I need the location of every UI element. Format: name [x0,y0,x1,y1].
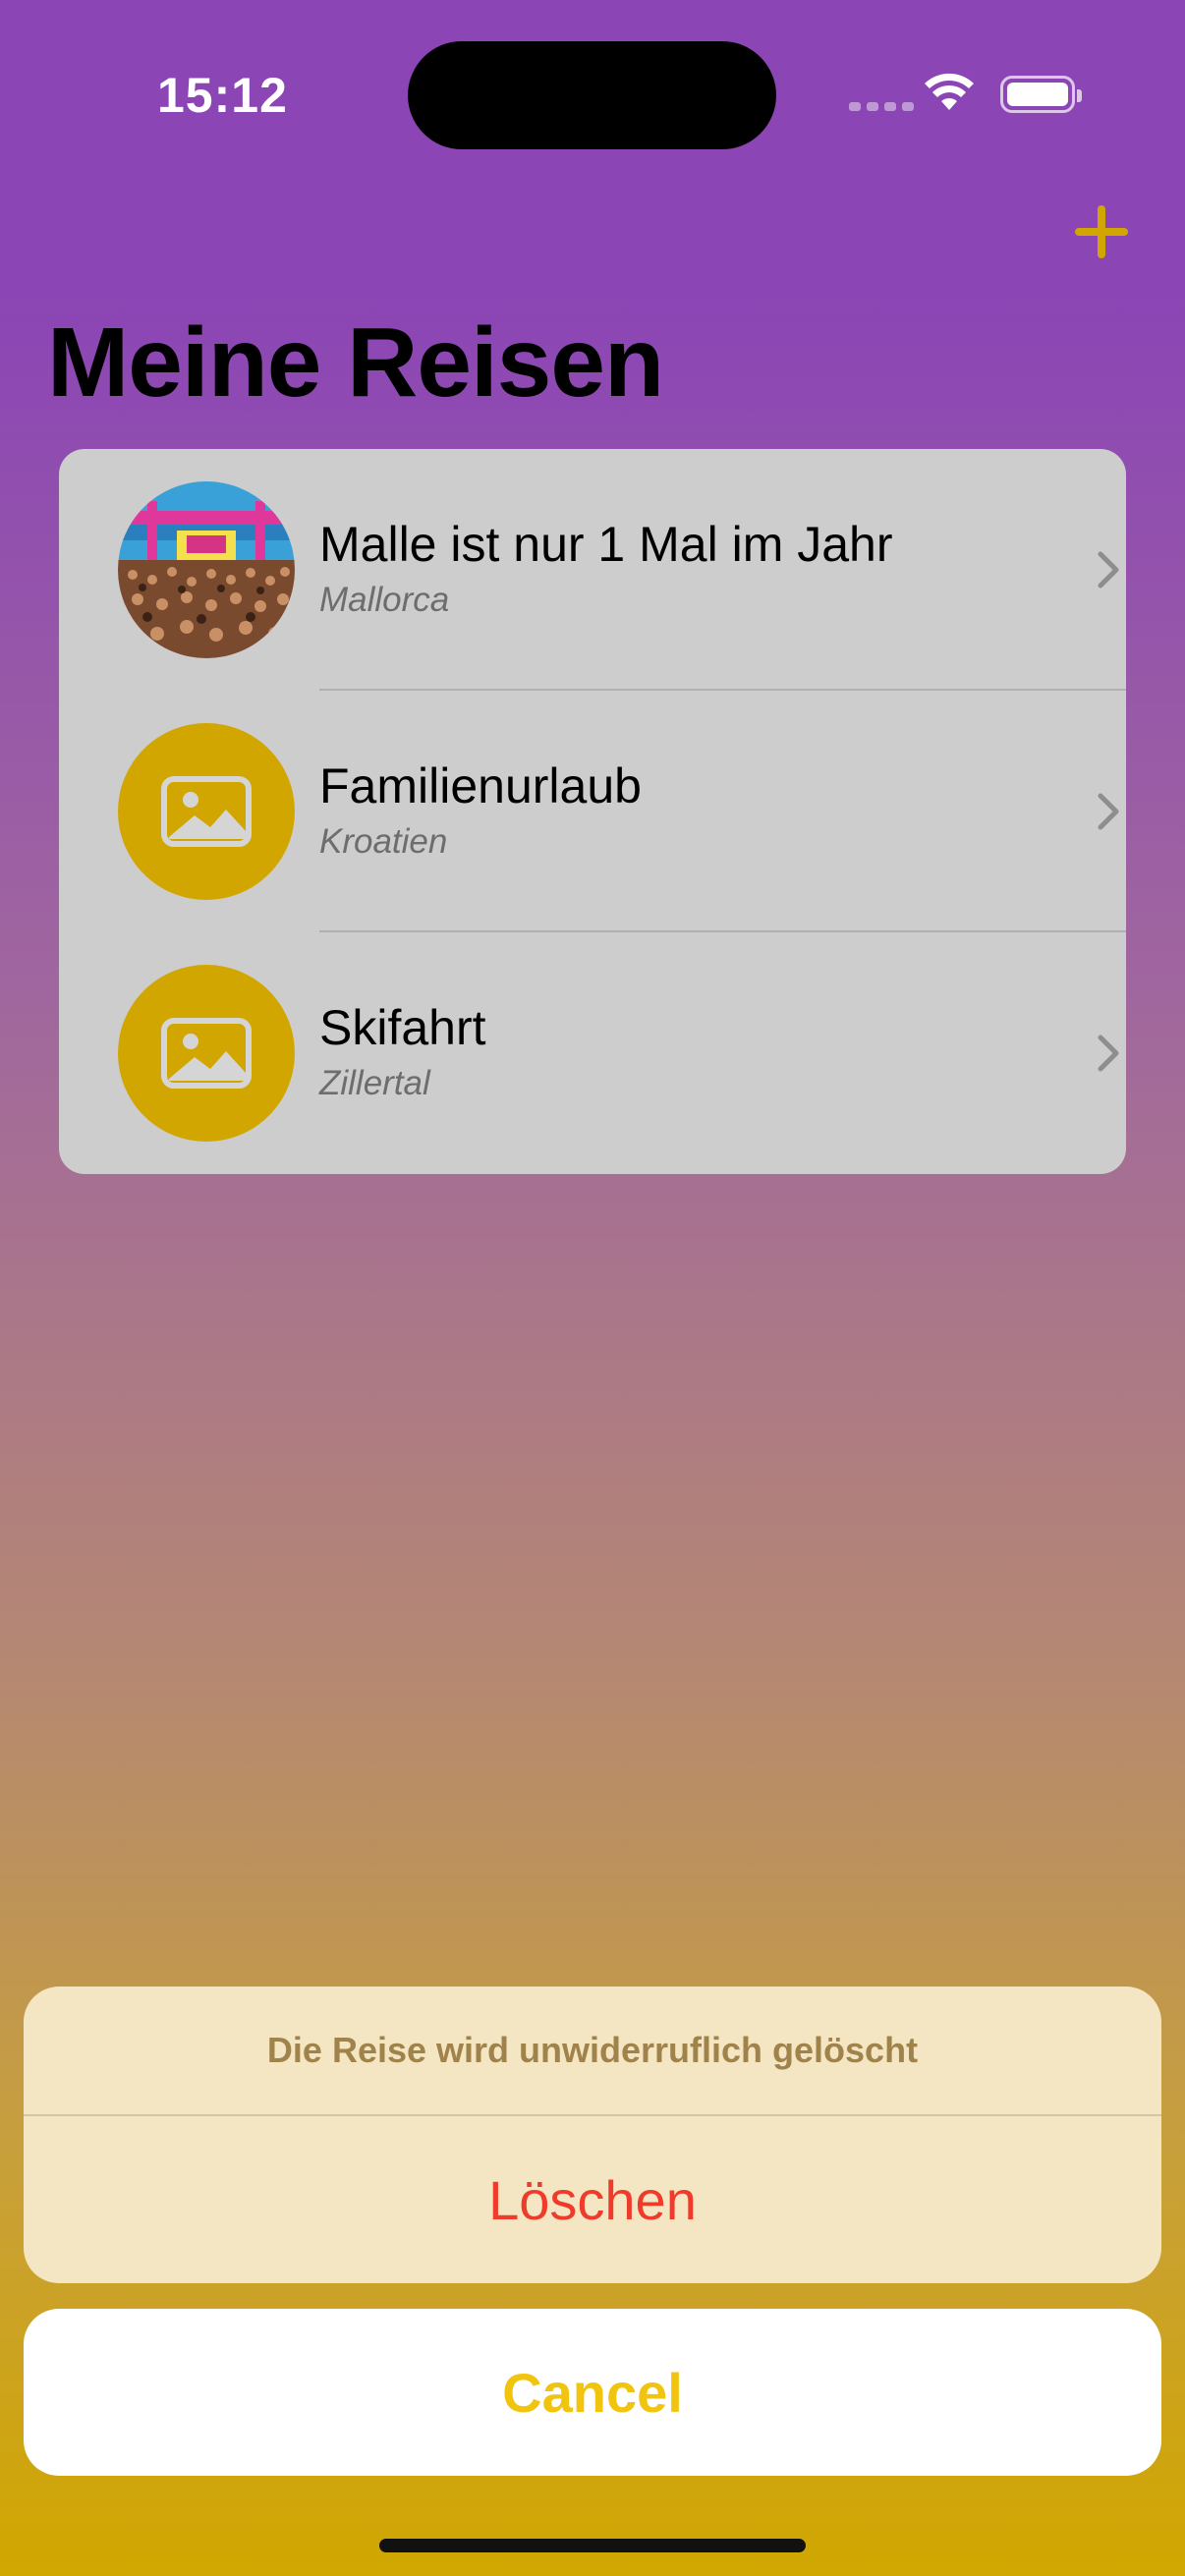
trip-row-kroatien[interactable]: Familienurlaub Kroatien [59,691,1126,932]
trip-location: Kroatien [319,822,448,861]
cellular-signal-icon [849,102,914,111]
battery-icon [1000,76,1082,113]
sheet-message: Die Reise wird unwiderruflich gelöscht [266,2030,919,2070]
delete-button[interactable]: Löschen [24,2116,1161,2283]
trip-name: Malle ist nur 1 Mal im Jahr [319,517,893,572]
dynamic-island [408,41,776,149]
trip-list: Malle ist nur 1 Mal im Jahr Mallorca Fam… [59,449,1126,1174]
chevron-right-icon [1098,551,1119,588]
trip-row-mallorca[interactable]: Malle ist nur 1 Mal im Jahr Mallorca [59,449,1126,691]
cancel-button[interactable]: Cancel [24,2309,1161,2476]
chevron-right-icon [1098,793,1119,830]
home-indicator[interactable] [379,2539,806,2552]
trip-name: Skifahrt [319,1000,486,1055]
trip-location: Zillertal [319,1064,430,1102]
wifi-icon [925,73,974,110]
chevron-right-icon [1098,1035,1119,1072]
add-trip-button[interactable] [1071,201,1132,262]
status-bar: 15:12 [0,0,1185,196]
delete-confirmation-sheet: Die Reise wird unwiderruflich gelöscht L… [24,1987,1161,2283]
page-title: Meine Reisen [47,308,664,418]
trip-photo [118,481,295,658]
trip-row-zillertal[interactable]: Skifahrt Zillertal [59,932,1126,1174]
trip-name: Familienurlaub [319,758,642,813]
photo-placeholder-icon [118,723,295,900]
status-time: 15:12 [157,68,288,123]
trip-location: Mallorca [319,581,450,619]
photo-placeholder-icon [118,965,295,1142]
